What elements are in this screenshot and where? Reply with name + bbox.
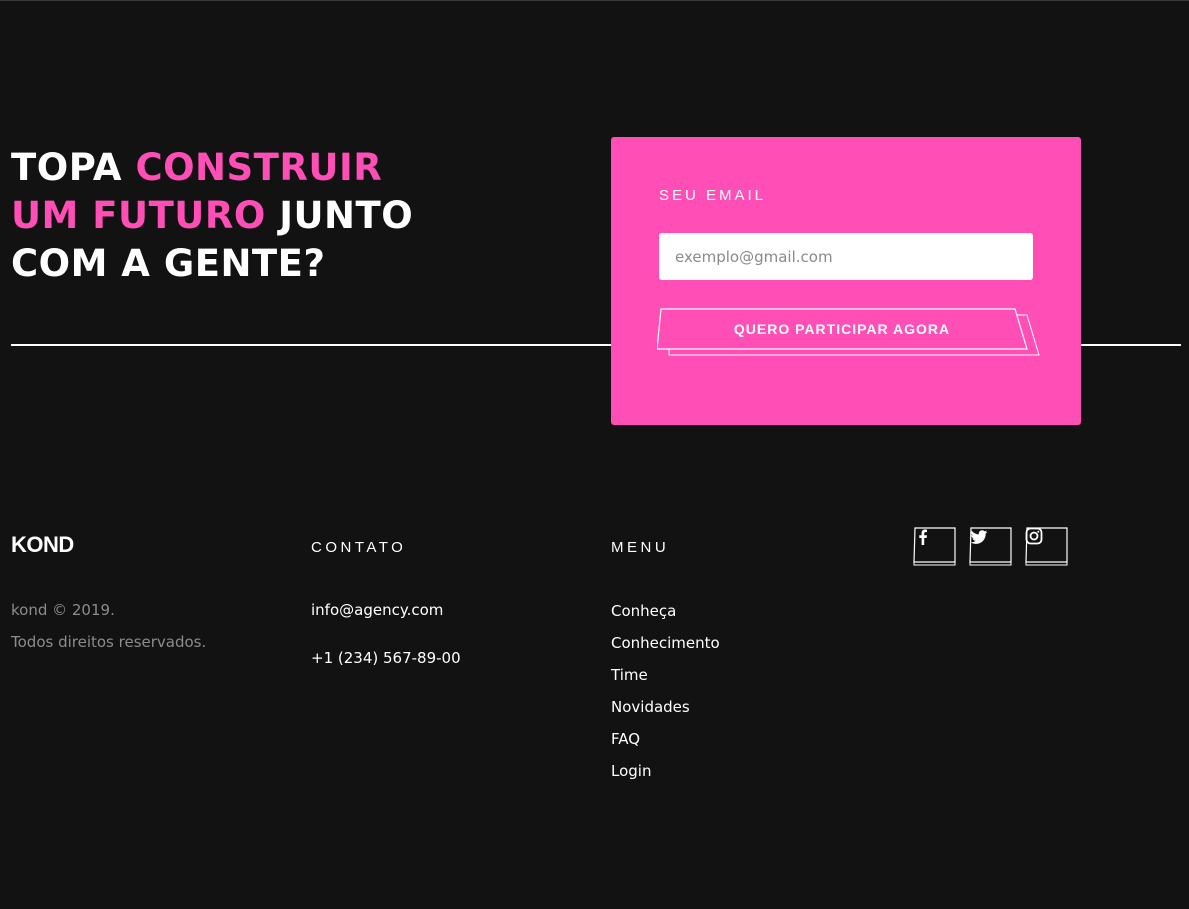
menu-link-faq[interactable]: FAQ (611, 730, 640, 748)
facebook-link[interactable] (913, 527, 957, 567)
email-label: SEU EMAIL (659, 187, 767, 204)
menu-item: Novidades (611, 695, 720, 727)
copyright-text: kond © 2019. (11, 601, 115, 619)
footer-menu: Conheça Conhecimento Time Novidades FAQ … (611, 599, 720, 791)
contact-heading: CONTATO (311, 539, 407, 556)
menu-link-login[interactable]: Login (611, 762, 651, 780)
hero-line-3: COM A GENTE? (11, 242, 326, 285)
contact-email-link[interactable]: info@agency.com (311, 601, 443, 619)
menu-link-novidades[interactable]: Novidades (611, 698, 690, 716)
twitter-icon (969, 527, 1011, 563)
contact-phone-link[interactable]: +1 (234) 567-89-00 (311, 649, 461, 667)
signup-card: SEU EMAIL QUERO PARTICIPAR AGORA (611, 137, 1081, 425)
footer-logo[interactable]: KOND (11, 532, 74, 558)
menu-item: FAQ (611, 727, 720, 759)
email-input[interactable] (659, 233, 1033, 280)
menu-item: Conheça (611, 599, 720, 631)
hero-line-2: UM FUTURO JUNTO (11, 194, 414, 237)
instagram-link[interactable] (1025, 527, 1069, 567)
twitter-link[interactable] (969, 527, 1013, 567)
participate-button-label: QUERO PARTICIPAR AGORA (733, 321, 951, 337)
participate-button[interactable]: QUERO PARTICIPAR AGORA (657, 307, 1041, 359)
menu-item: Login (611, 759, 720, 791)
instagram-icon (1025, 527, 1067, 563)
menu-heading: MENU (611, 539, 670, 556)
rights-text: Todos direitos reservados. (11, 633, 207, 651)
hero-headline: TOPA CONSTRUIR UM FUTURO JUNTO COM A GEN… (11, 144, 481, 288)
facebook-icon (913, 527, 955, 563)
top-border (0, 0, 1189, 1)
menu-item: Conhecimento (611, 631, 720, 663)
menu-link-conhecimento[interactable]: Conhecimento (611, 634, 720, 652)
menu-item: Time (611, 663, 720, 695)
hero-line-1: TOPA CONSTRUIR (11, 146, 383, 189)
menu-link-time[interactable]: Time (611, 666, 648, 684)
menu-link-conheca[interactable]: Conheça (611, 602, 676, 620)
